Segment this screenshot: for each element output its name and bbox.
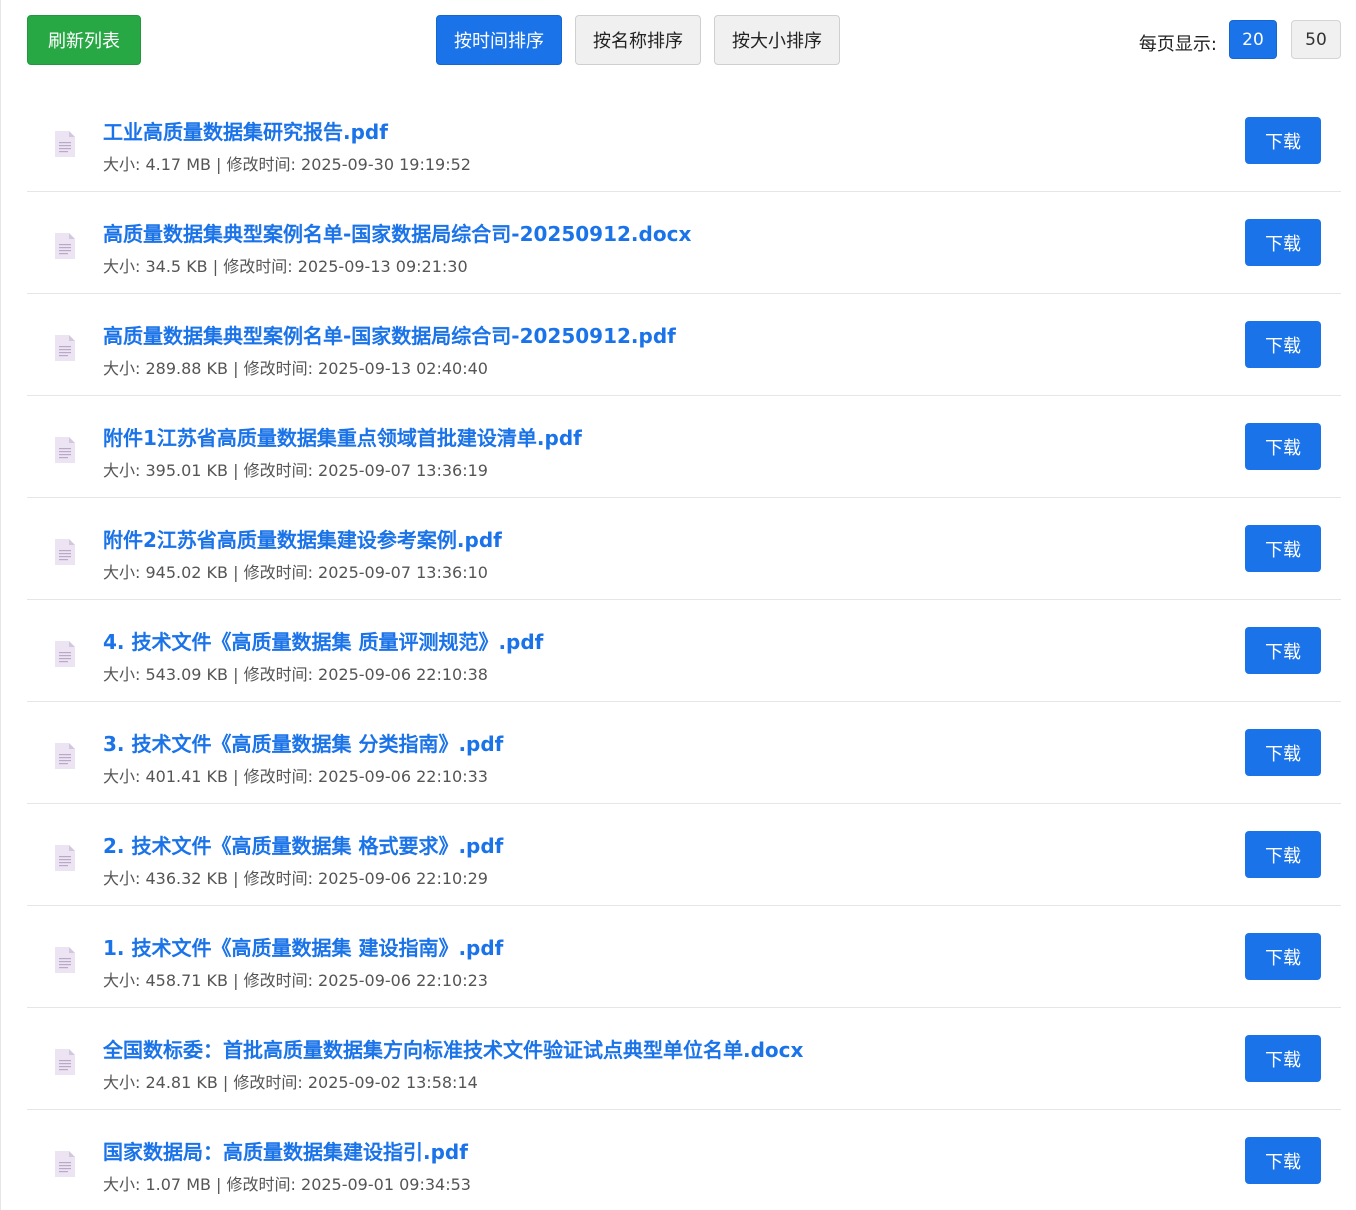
- file-list: 工业高质量数据集研究报告.pdf 大小: 4.17 MB | 修改时间: 202…: [27, 90, 1341, 1210]
- document-icon: [55, 947, 75, 973]
- per-page-label: 每页显示:: [1138, 34, 1217, 55]
- document-icon: [55, 1049, 75, 1075]
- toolbar: 刷新列表 按时间排序 按名称排序 按大小排序 每页显示: 20 50: [1, 0, 1356, 80]
- download-button[interactable]: 下载: [1245, 525, 1321, 572]
- download-button[interactable]: 下载: [1245, 933, 1321, 980]
- file-list-item: 国家数据局：高质量数据集建设指引.pdf 大小: 1.07 MB | 修改时间:…: [27, 1110, 1341, 1210]
- download-button[interactable]: 下载: [1245, 117, 1321, 164]
- file-meta: 大小: 24.81 KB | 修改时间: 2025-09-02 13:58:14: [103, 1073, 478, 1092]
- file-name-link[interactable]: 高质量数据集典型案例名单-国家数据局综合司-20250912.pdf: [103, 320, 676, 349]
- file-meta: 大小: 395.01 KB | 修改时间: 2025-09-07 13:36:1…: [103, 461, 488, 480]
- file-meta: 大小: 543.09 KB | 修改时间: 2025-09-06 22:10:3…: [103, 665, 488, 684]
- file-name-link[interactable]: 附件1江苏省高质量数据集重点领域首批建设清单.pdf: [103, 422, 582, 451]
- document-icon: [55, 1151, 75, 1177]
- document-icon: [55, 845, 75, 871]
- file-name-link[interactable]: 2. 技术文件《高质量数据集 格式要求》.pdf: [103, 830, 503, 859]
- file-meta: 大小: 458.71 KB | 修改时间: 2025-09-06 22:10:2…: [103, 971, 488, 990]
- file-name-link[interactable]: 3. 技术文件《高质量数据集 分类指南》.pdf: [103, 728, 503, 757]
- download-button[interactable]: 下载: [1245, 423, 1321, 470]
- file-list-page: 刷新列表 按时间排序 按名称排序 按大小排序 每页显示: 20 50 工业高质量…: [0, 0, 1356, 1210]
- file-list-item: 3. 技术文件《高质量数据集 分类指南》.pdf 大小: 401.41 KB |…: [27, 702, 1341, 804]
- file-meta: 大小: 4.17 MB | 修改时间: 2025-09-30 19:19:52: [103, 155, 471, 174]
- document-icon: [55, 539, 75, 565]
- download-button[interactable]: 下载: [1245, 321, 1321, 368]
- file-meta: 大小: 436.32 KB | 修改时间: 2025-09-06 22:10:2…: [103, 869, 488, 888]
- download-button[interactable]: 下载: [1245, 219, 1321, 266]
- document-icon: [55, 641, 75, 667]
- document-icon: [55, 437, 75, 463]
- refresh-list-button[interactable]: 刷新列表: [27, 15, 141, 65]
- per-page-50-button[interactable]: 50: [1291, 20, 1341, 59]
- file-name-link[interactable]: 1. 技术文件《高质量数据集 建设指南》.pdf: [103, 932, 503, 961]
- file-name-link[interactable]: 工业高质量数据集研究报告.pdf: [103, 116, 388, 145]
- document-icon: [55, 233, 75, 259]
- sort-by-time-button[interactable]: 按时间排序: [436, 15, 562, 65]
- file-list-item: 附件1江苏省高质量数据集重点领域首批建设清单.pdf 大小: 395.01 KB…: [27, 396, 1341, 498]
- file-list-item: 4. 技术文件《高质量数据集 质量评测规范》.pdf 大小: 543.09 KB…: [27, 600, 1341, 702]
- per-page-20-button[interactable]: 20: [1229, 20, 1277, 59]
- file-list-item: 附件2江苏省高质量数据集建设参考案例.pdf 大小: 945.02 KB | 修…: [27, 498, 1341, 600]
- sort-by-name-button[interactable]: 按名称排序: [575, 15, 701, 65]
- file-list-item: 全国数标委：首批高质量数据集方向标准技术文件验证试点典型单位名单.docx 大小…: [27, 1008, 1341, 1110]
- file-meta: 大小: 289.88 KB | 修改时间: 2025-09-13 02:40:4…: [103, 359, 488, 378]
- download-button[interactable]: 下载: [1245, 1035, 1321, 1082]
- file-list-item: 高质量数据集典型案例名单-国家数据局综合司-20250912.docx 大小: …: [27, 192, 1341, 294]
- file-name-link[interactable]: 高质量数据集典型案例名单-国家数据局综合司-20250912.docx: [103, 218, 691, 247]
- file-name-link[interactable]: 全国数标委：首批高质量数据集方向标准技术文件验证试点典型单位名单.docx: [103, 1034, 803, 1063]
- document-icon: [55, 335, 75, 361]
- download-button[interactable]: 下载: [1245, 1137, 1321, 1184]
- download-button[interactable]: 下载: [1245, 627, 1321, 674]
- download-button[interactable]: 下载: [1245, 831, 1321, 878]
- document-icon: [55, 131, 75, 157]
- file-meta: 大小: 1.07 MB | 修改时间: 2025-09-01 09:34:53: [103, 1175, 471, 1194]
- file-meta: 大小: 34.5 KB | 修改时间: 2025-09-13 09:21:30: [103, 257, 468, 276]
- file-name-link[interactable]: 附件2江苏省高质量数据集建设参考案例.pdf: [103, 524, 502, 553]
- download-button[interactable]: 下载: [1245, 729, 1321, 776]
- file-name-link[interactable]: 国家数据局：高质量数据集建设指引.pdf: [103, 1136, 468, 1165]
- file-list-item: 工业高质量数据集研究报告.pdf 大小: 4.17 MB | 修改时间: 202…: [27, 90, 1341, 192]
- file-list-item: 2. 技术文件《高质量数据集 格式要求》.pdf 大小: 436.32 KB |…: [27, 804, 1341, 906]
- document-icon: [55, 743, 75, 769]
- file-name-link[interactable]: 4. 技术文件《高质量数据集 质量评测规范》.pdf: [103, 626, 543, 655]
- file-list-item: 1. 技术文件《高质量数据集 建设指南》.pdf 大小: 458.71 KB |…: [27, 906, 1341, 1008]
- file-meta: 大小: 945.02 KB | 修改时间: 2025-09-07 13:36:1…: [103, 563, 488, 582]
- file-list-item: 高质量数据集典型案例名单-国家数据局综合司-20250912.pdf 大小: 2…: [27, 294, 1341, 396]
- file-meta: 大小: 401.41 KB | 修改时间: 2025-09-06 22:10:3…: [103, 767, 488, 786]
- sort-by-size-button[interactable]: 按大小排序: [714, 15, 840, 65]
